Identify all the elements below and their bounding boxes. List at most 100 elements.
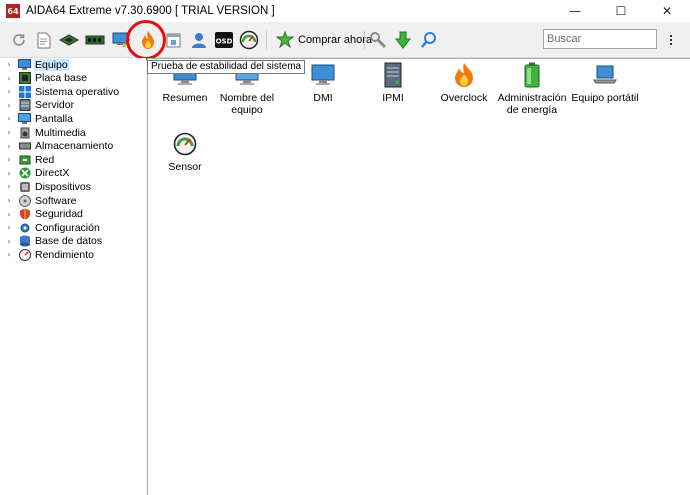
download-arrow-icon bbox=[394, 31, 412, 49]
tree-item[interactable]: › Seguridad bbox=[0, 208, 146, 221]
expand-chevron-icon[interactable]: › bbox=[4, 60, 14, 69]
buy-now-button[interactable]: Comprar ahora bbox=[276, 29, 372, 51]
expand-chevron-icon[interactable]: › bbox=[4, 101, 14, 110]
laptop-icon bbox=[592, 62, 618, 88]
tree-item[interactable]: › Software bbox=[0, 194, 146, 207]
calendar-chip-icon bbox=[166, 33, 181, 48]
storage-icon bbox=[18, 140, 31, 152]
tree-item-label: Servidor bbox=[35, 99, 75, 112]
tree-item[interactable]: › Equipo bbox=[0, 58, 146, 71]
stability-test-button[interactable] bbox=[137, 29, 159, 51]
search-button[interactable] bbox=[418, 29, 440, 51]
svg-text:OSD: OSD bbox=[216, 38, 233, 46]
app-icon: 64 bbox=[6, 4, 20, 18]
more-menu-button[interactable] bbox=[666, 31, 676, 49]
tree-item[interactable]: › Red bbox=[0, 153, 146, 166]
tree-item-label: Placa base bbox=[35, 72, 87, 85]
expand-chevron-icon[interactable]: › bbox=[4, 169, 14, 178]
tree-item[interactable]: › Sistema operativo bbox=[0, 85, 146, 98]
content-item[interactable]: IPMI bbox=[356, 62, 430, 104]
motherboard-button[interactable] bbox=[58, 29, 80, 51]
content-item-label: Administración de energía bbox=[497, 92, 567, 116]
minimize-button[interactable]: — bbox=[552, 0, 598, 22]
navigation-tree: › Equipo › Placa base › Sistema operativo › Ser… bbox=[0, 58, 146, 495]
expand-chevron-icon[interactable]: › bbox=[4, 196, 14, 205]
expand-chevron-icon[interactable]: › bbox=[4, 142, 14, 151]
wrench-icon bbox=[370, 32, 387, 49]
buy-now-label: Comprar ahora bbox=[298, 34, 372, 46]
maximize-button[interactable]: ☐ bbox=[598, 0, 644, 22]
content-item[interactable]: Overclock bbox=[427, 62, 501, 104]
config-icon bbox=[18, 222, 31, 234]
flame-icon bbox=[142, 31, 154, 49]
tree-item[interactable]: › DirectX bbox=[0, 167, 146, 180]
tree-item[interactable]: › Pantalla bbox=[0, 112, 146, 125]
user-icon bbox=[192, 33, 206, 48]
tree-item[interactable]: › Configuración bbox=[0, 221, 146, 234]
expand-chevron-icon[interactable]: › bbox=[4, 210, 14, 219]
aida64-window: 64 AIDA64 Extreme v7.30.6900 [ TRIAL VER… bbox=[0, 0, 690, 495]
cpuid-button[interactable] bbox=[162, 29, 184, 51]
devices-icon bbox=[18, 181, 31, 193]
dmi-icon bbox=[310, 62, 336, 88]
window-title: AIDA64 Extreme v7.30.6900 [ TRIAL VERSIO… bbox=[26, 5, 275, 17]
tree-item[interactable]: › Rendimiento bbox=[0, 248, 146, 261]
title-bar: 64 AIDA64 Extreme v7.30.6900 [ TRIAL VER… bbox=[0, 0, 690, 22]
tree-item[interactable]: › Servidor bbox=[0, 99, 146, 112]
expand-chevron-icon[interactable]: › bbox=[4, 250, 14, 259]
refresh-button[interactable] bbox=[8, 29, 30, 51]
expand-chevron-icon[interactable]: › bbox=[4, 87, 14, 96]
user-button[interactable] bbox=[188, 29, 210, 51]
download-button[interactable] bbox=[392, 29, 414, 51]
tree-item-label: Seguridad bbox=[35, 208, 83, 221]
content-item-label: Equipo portátil bbox=[571, 92, 639, 104]
overclock-flame-icon bbox=[451, 62, 477, 88]
star-burst-icon bbox=[276, 31, 294, 49]
server-icon bbox=[18, 99, 31, 112]
content-item-label: Resumen bbox=[162, 92, 208, 104]
more-dot-icon bbox=[670, 43, 672, 45]
expand-chevron-icon[interactable]: › bbox=[4, 114, 14, 123]
tree-item[interactable]: › Dispositivos bbox=[0, 180, 146, 193]
expand-chevron-icon[interactable]: › bbox=[4, 128, 14, 137]
content-panel: Resumen Nombre del equipo DMI IPMI Overclock… bbox=[147, 58, 690, 495]
directx-icon bbox=[18, 167, 31, 179]
expand-chevron-icon[interactable]: › bbox=[4, 182, 14, 191]
sensor-panel-button[interactable] bbox=[238, 29, 260, 51]
content-item-label: Nombre del equipo bbox=[219, 92, 275, 116]
tree-item-label: Red bbox=[35, 153, 55, 166]
motherboard-icon bbox=[18, 72, 31, 85]
database-icon bbox=[18, 235, 31, 247]
gauge-icon bbox=[239, 30, 259, 50]
content-item[interactable]: Equipo portátil bbox=[568, 62, 642, 104]
network-tool-button[interactable] bbox=[110, 29, 132, 51]
computer-icon bbox=[18, 59, 31, 71]
tools-button[interactable] bbox=[367, 29, 389, 51]
expand-chevron-icon[interactable]: › bbox=[4, 155, 14, 164]
tree-item[interactable]: › Placa base bbox=[0, 72, 146, 85]
expand-chevron-icon[interactable]: › bbox=[4, 223, 14, 232]
memory-button[interactable] bbox=[84, 29, 106, 51]
osd-button[interactable]: OSD bbox=[213, 29, 235, 51]
expand-chevron-icon[interactable]: › bbox=[4, 74, 14, 83]
report-icon bbox=[37, 32, 51, 48]
report-button[interactable] bbox=[33, 29, 55, 51]
content-item[interactable]: Sensor bbox=[148, 131, 222, 173]
tree-item[interactable]: › Almacenamiento bbox=[0, 140, 146, 153]
tree-item[interactable]: › Multimedia bbox=[0, 126, 146, 139]
software-icon bbox=[18, 194, 31, 207]
content-item-label: DMI bbox=[313, 92, 333, 104]
search-input[interactable] bbox=[543, 29, 657, 49]
close-button[interactable]: ✕ bbox=[644, 0, 690, 22]
network-icon bbox=[18, 154, 31, 166]
tree-item[interactable]: › Base de datos bbox=[0, 235, 146, 248]
tree-item-label: Pantalla bbox=[35, 112, 73, 125]
expand-chevron-icon[interactable]: › bbox=[4, 237, 14, 246]
search-icon bbox=[421, 32, 436, 48]
content-item[interactable]: Administración de energía bbox=[495, 62, 569, 116]
content-item-label: Overclock bbox=[440, 92, 488, 104]
ipmi-icon bbox=[380, 62, 406, 88]
osd-icon: OSD bbox=[215, 32, 233, 48]
tree-item-label: Multimedia bbox=[35, 126, 86, 139]
more-dot-icon bbox=[670, 35, 672, 37]
